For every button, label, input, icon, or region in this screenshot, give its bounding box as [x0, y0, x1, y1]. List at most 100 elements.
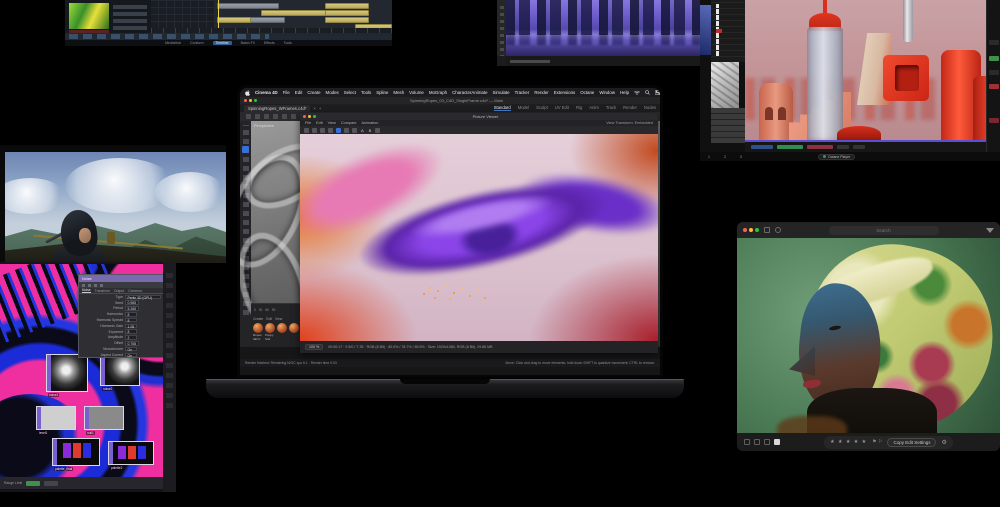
- menu-octane[interactable]: Octane: [580, 90, 594, 95]
- minimize-button[interactable]: [308, 115, 311, 118]
- node-palette2[interactable]: [108, 441, 154, 465]
- menu-character[interactable]: Character: [452, 90, 471, 95]
- strip-row-red[interactable]: [989, 84, 999, 89]
- menu-app-name[interactable]: Cinema 4D: [255, 90, 278, 95]
- octane-tab-1[interactable]: 1: [708, 155, 710, 159]
- apple-logo-icon[interactable]: [245, 90, 250, 96]
- menu-edit[interactable]: Edit: [295, 90, 303, 95]
- control-center-icon[interactable]: [655, 90, 660, 95]
- layout-tab-nodes[interactable]: Nodes: [644, 105, 656, 111]
- compare-view-icon[interactable]: [764, 439, 770, 445]
- status-pill-gray[interactable]: [44, 481, 58, 486]
- copy-edit-settings-button[interactable]: Copy Edit Settings: [887, 438, 936, 447]
- transport-button-blue[interactable]: [751, 145, 773, 149]
- compare-b-button[interactable]: B: [368, 128, 373, 133]
- layout-tab-track[interactable]: Track: [606, 105, 616, 111]
- menu-render[interactable]: Render: [534, 90, 548, 95]
- flame-clip-thumbnail[interactable]: [69, 3, 109, 29]
- menu-file[interactable]: File: [283, 90, 290, 95]
- material-sphere[interactable]: [265, 323, 275, 333]
- menu-simulate[interactable]: Simulate: [493, 90, 510, 95]
- flame-tab-conform[interactable]: Conform: [190, 41, 203, 45]
- c4d-timeline[interactable]: 0 30 60 90: [251, 303, 303, 316]
- minimize-button[interactable]: [749, 228, 753, 232]
- menu-select[interactable]: Select: [344, 90, 356, 95]
- move-tool-active[interactable]: [242, 146, 249, 153]
- detail-view-icon[interactable]: [774, 439, 780, 445]
- strip-row-green[interactable]: [989, 56, 999, 61]
- param-value[interactable]: Perlin 3D (GPU): [125, 295, 161, 300]
- tab-close-icon[interactable]: ×: [313, 106, 315, 111]
- transport-button-gray[interactable]: [837, 145, 849, 149]
- material-menu-view[interactable]: View: [275, 317, 282, 321]
- timeline-clip[interactable]: [217, 3, 279, 9]
- layout-tab-sculpt[interactable]: Sculpt: [536, 105, 548, 111]
- menu-tools[interactable]: Tools: [361, 90, 371, 95]
- flame-track-controls[interactable]: [151, 0, 215, 28]
- param-value[interactable]: 5.265: [125, 306, 139, 311]
- menu-volume[interactable]: Volume: [409, 90, 424, 95]
- material-sphere[interactable]: [289, 323, 299, 333]
- refresh-icon[interactable]: [320, 128, 325, 133]
- param-value[interactable]: 8: [125, 312, 137, 317]
- flame-tab-mediahub[interactable]: MediaHub: [165, 41, 181, 45]
- menu-window[interactable]: Window: [599, 90, 615, 95]
- c4d-window-title-bar[interactable]: SpinningRopes_03_C4D_SingleFrame.c4d* — …: [240, 97, 660, 104]
- tab-transform[interactable]: Transform: [95, 289, 110, 293]
- search-input[interactable]: [829, 226, 939, 235]
- render-button-green[interactable]: [777, 145, 803, 149]
- rating-stars[interactable]: ★ ★ ★ ★ ★: [830, 439, 867, 445]
- wifi-icon[interactable]: [634, 90, 640, 95]
- param-value[interactable]: 0.965: [125, 300, 139, 305]
- filter-funnel-icon[interactable]: [986, 228, 994, 233]
- layer-color-swatch[interactable]: [716, 29, 722, 33]
- folder-icon[interactable]: [304, 128, 309, 133]
- timeline-clip[interactable]: [325, 17, 369, 23]
- copy-icon[interactable]: [764, 227, 770, 233]
- octane-tab-2[interactable]: 2: [724, 155, 726, 159]
- param-toggle[interactable]: On: [125, 353, 137, 358]
- zoom-button[interactable]: [755, 228, 759, 232]
- tab-common[interactable]: Common: [128, 289, 142, 293]
- param-value[interactable]: 8: [125, 329, 137, 334]
- pv-menu-view[interactable]: View: [328, 121, 336, 125]
- flame-tab-tools[interactable]: Tools: [284, 41, 292, 45]
- loupe-view-icon[interactable]: [754, 439, 760, 445]
- layout-tab-model[interactable]: Model: [518, 105, 529, 111]
- layout-tab-standard[interactable]: Standard: [494, 105, 511, 111]
- pv-menu-compare[interactable]: Compare: [341, 121, 357, 125]
- menu-create[interactable]: Create: [307, 90, 320, 95]
- octane-player-pill[interactable]: Octane Player: [818, 154, 855, 160]
- material-menu-edit[interactable]: Edit: [266, 317, 272, 321]
- fit-icon[interactable]: [328, 128, 333, 133]
- tab-output[interactable]: Output: [114, 289, 124, 293]
- zoom-level-dropdown[interactable]: 100 %: [305, 344, 323, 350]
- search-icon[interactable]: [645, 90, 650, 95]
- close-button[interactable]: [244, 99, 247, 102]
- pv-menu-file[interactable]: File: [305, 121, 311, 125]
- transport-button-gray[interactable]: [853, 145, 865, 149]
- histogram-icon[interactable]: [352, 128, 357, 133]
- grid-view-icon[interactable]: [744, 439, 750, 445]
- octane-tab-3[interactable]: 3: [740, 155, 742, 159]
- status-pill-green[interactable]: [26, 481, 40, 486]
- swap-icon[interactable]: [375, 128, 380, 133]
- layout-tab-rig[interactable]: Rig: [576, 105, 582, 111]
- stop-button-red[interactable]: [807, 145, 833, 149]
- menu-mesh[interactable]: Mesh: [393, 90, 404, 95]
- flag-icons[interactable]: ⚑ ⚐: [872, 439, 882, 445]
- param-toggle[interactable]: On: [125, 347, 137, 352]
- flame-icon-grid[interactable]: [113, 4, 147, 30]
- param-value[interactable]: 1.08: [125, 324, 137, 329]
- material-sphere[interactable]: [277, 323, 287, 333]
- save-icon[interactable]: [312, 128, 317, 133]
- flame-tab-effects[interactable]: Effects: [264, 41, 275, 45]
- timeline-clip[interactable]: [325, 10, 369, 16]
- timeline-clip[interactable]: [325, 3, 369, 9]
- dialog-title-bar[interactable]: Noise: [79, 275, 163, 282]
- flame-tab-timeline[interactable]: Timeline: [213, 41, 232, 45]
- menu-tracker[interactable]: Tracker: [515, 90, 530, 95]
- minimize-button[interactable]: [249, 99, 252, 102]
- clay-render-preview[interactable]: [711, 62, 739, 108]
- gear-icon[interactable]: ⚙: [941, 439, 946, 446]
